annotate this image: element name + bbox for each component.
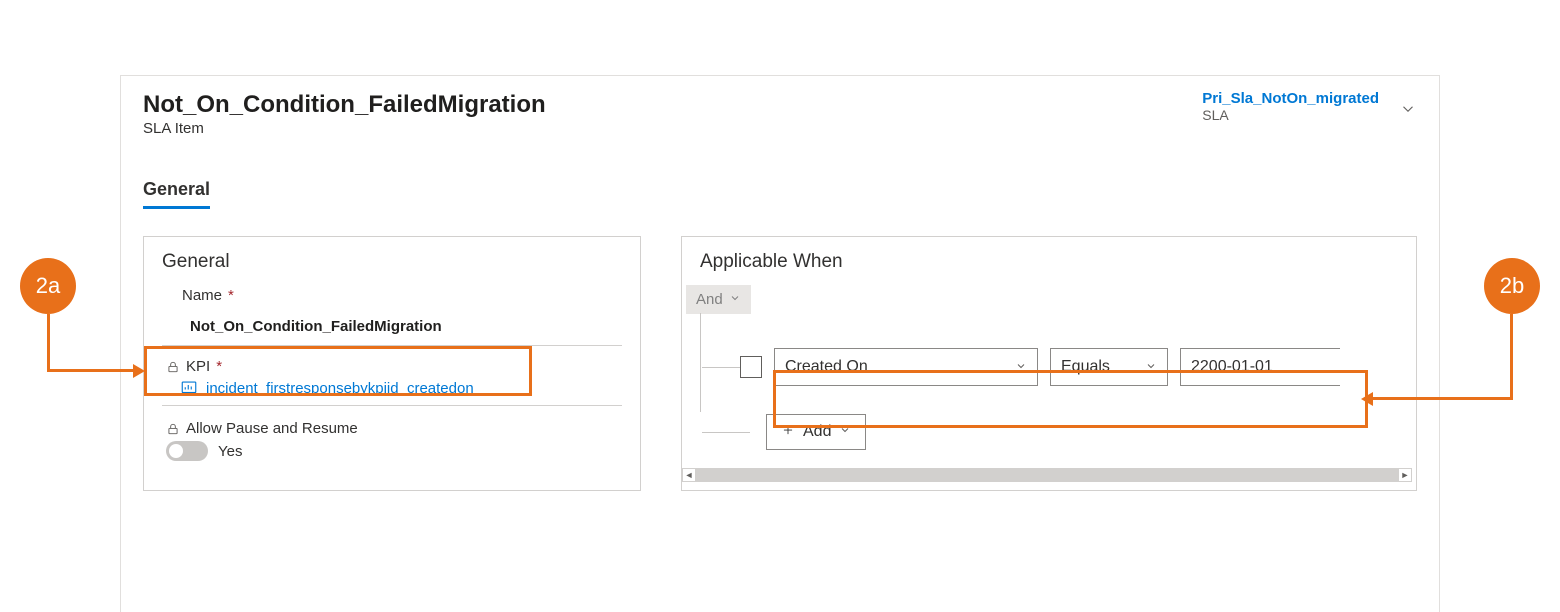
callout-2b-arrow-head bbox=[1361, 392, 1373, 406]
required-star: * bbox=[228, 287, 234, 304]
callout-2b-arrow-v bbox=[1510, 314, 1513, 400]
required-star: * bbox=[216, 358, 222, 375]
tree-line-vertical bbox=[700, 313, 701, 412]
divider bbox=[162, 345, 622, 346]
name-input-value: Not_On_Condition_FailedMigration bbox=[182, 310, 622, 343]
chevron-down-icon bbox=[839, 423, 851, 441]
condition-value-text: 2200-01-01 bbox=[1191, 358, 1273, 376]
scroll-right-arrow[interactable]: ► bbox=[1398, 468, 1412, 482]
kpi-icon bbox=[180, 379, 198, 397]
condition-value-input[interactable]: 2200-01-01 bbox=[1180, 348, 1340, 386]
page-subtitle: SLA Item bbox=[143, 120, 546, 137]
sla-lookup[interactable]: Pri_Sla_NotOn_migrated SLA bbox=[1202, 90, 1379, 123]
callout-2b: 2b bbox=[1484, 258, 1540, 314]
field-kpi-label-text: KPI bbox=[186, 358, 210, 375]
header: Not_On_Condition_FailedMigration SLA Ite… bbox=[143, 90, 1417, 137]
allow-pause-toggle-text: Yes bbox=[218, 443, 242, 460]
lock-icon bbox=[166, 422, 180, 436]
field-allow-pause-label: Allow Pause and Resume bbox=[166, 420, 622, 437]
scroll-left-arrow[interactable]: ◄ bbox=[682, 468, 696, 482]
panel-applicable-when-title: Applicable When bbox=[682, 251, 1416, 285]
chevron-down-icon bbox=[1015, 360, 1027, 375]
app-frame: Not_On_Condition_FailedMigration SLA Ite… bbox=[120, 75, 1440, 612]
field-name-label: Name * bbox=[182, 287, 622, 304]
chevron-down-icon bbox=[1145, 360, 1157, 375]
page-title: Not_On_Condition_FailedMigration bbox=[143, 90, 546, 120]
callout-2a: 2a bbox=[20, 258, 76, 314]
kpi-link-text: incident_firstresponsebykpiid_createdon bbox=[206, 380, 474, 397]
add-condition-label: Add bbox=[803, 423, 831, 441]
panels: General Name * Not_On_Condition_FailedMig… bbox=[143, 236, 1417, 491]
field-kpi: KPI * incident_firstresponsebykpiid_creat… bbox=[144, 354, 640, 403]
allow-pause-toggle[interactable] bbox=[166, 441, 208, 461]
condition-area: And Created On E bbox=[682, 285, 1416, 454]
panel-applicable-when: Applicable When And Created On bbox=[681, 236, 1417, 491]
condition-operator-text: Equals bbox=[1061, 358, 1110, 376]
tree-line-horizontal bbox=[702, 367, 740, 368]
callout-2a-arrow-head bbox=[133, 364, 145, 378]
field-allow-pause-label-text: Allow Pause and Resume bbox=[186, 420, 358, 437]
panel-general: General Name * Not_On_Condition_FailedMig… bbox=[143, 236, 641, 491]
sla-lookup-label: SLA bbox=[1202, 107, 1379, 123]
add-row: Add bbox=[766, 414, 1404, 450]
chevron-down-icon bbox=[729, 291, 741, 308]
panel-general-title: General bbox=[144, 251, 640, 285]
lock-icon bbox=[166, 360, 180, 374]
plus-icon bbox=[781, 423, 795, 442]
header-left: Not_On_Condition_FailedMigration SLA Ite… bbox=[143, 90, 546, 137]
allow-pause-toggle-row: Yes bbox=[166, 441, 622, 461]
kpi-link[interactable]: incident_firstresponsebykpiid_createdon bbox=[166, 379, 622, 397]
tree-line-horizontal bbox=[702, 432, 750, 433]
condition-checkbox[interactable] bbox=[740, 356, 762, 378]
group-operator[interactable]: And bbox=[686, 285, 751, 314]
header-right: Pri_Sla_NotOn_migrated SLA bbox=[1202, 90, 1417, 123]
field-allow-pause: Allow Pause and Resume Yes bbox=[144, 414, 640, 461]
tab-general[interactable]: General bbox=[143, 179, 210, 209]
condition-field-dropdown[interactable]: Created On bbox=[774, 348, 1038, 386]
callout-2b-arrow-h bbox=[1373, 397, 1513, 400]
callout-2a-arrow-v bbox=[47, 314, 50, 372]
add-condition-button[interactable]: Add bbox=[766, 414, 866, 450]
field-kpi-label: KPI * bbox=[166, 358, 622, 375]
group-operator-text: And bbox=[696, 291, 723, 308]
field-name-label-text: Name bbox=[182, 287, 222, 304]
condition-operator-dropdown[interactable]: Equals bbox=[1050, 348, 1168, 386]
condition-field-text: Created On bbox=[785, 358, 868, 376]
field-name: Name * bbox=[144, 285, 640, 310]
name-input-wrap[interactable]: Not_On_Condition_FailedMigration bbox=[162, 310, 622, 343]
condition-row: Created On Equals 2200-01-01 bbox=[740, 348, 1404, 386]
sla-lookup-value: Pri_Sla_NotOn_migrated bbox=[1202, 90, 1379, 107]
horizontal-scrollbar[interactable]: ◄ ► bbox=[690, 468, 1404, 482]
divider bbox=[162, 405, 622, 406]
callout-2a-arrow-h bbox=[47, 369, 133, 372]
tabs: General bbox=[143, 179, 1417, 210]
chevron-down-icon[interactable] bbox=[1399, 90, 1417, 123]
